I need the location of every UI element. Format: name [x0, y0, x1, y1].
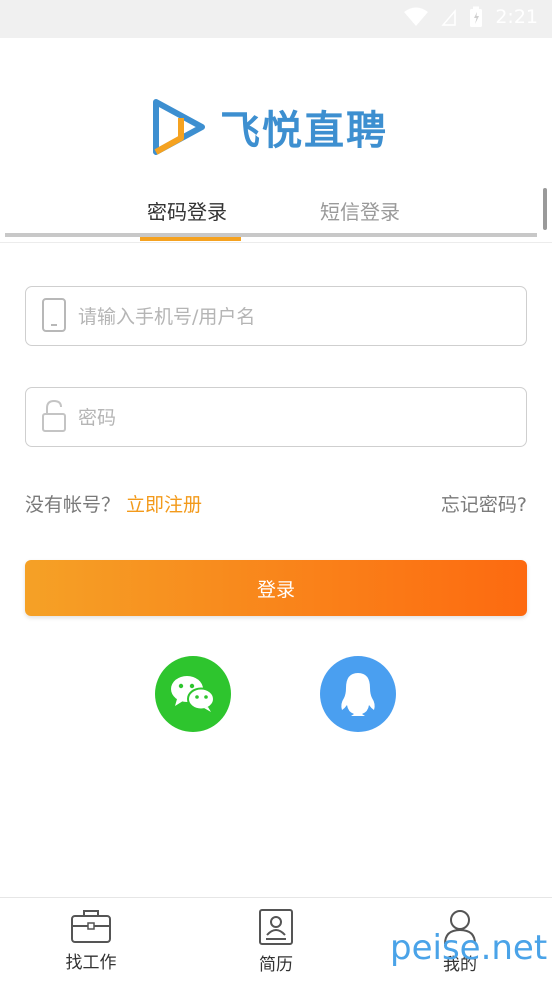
resume-icon — [259, 909, 293, 945]
password-input[interactable] — [78, 400, 508, 436]
status-time: 2:21 — [495, 6, 538, 28]
status-icons: 2:21 — [403, 6, 538, 28]
no-account-text: 没有帐号？ — [25, 494, 121, 516]
tab-active-indicator — [140, 237, 241, 241]
tab-sms-login[interactable]: 短信登录 — [320, 196, 400, 225]
tab-password-login[interactable]: 密码登录 — [147, 196, 227, 225]
app-name: 飞悦直聘 — [220, 108, 388, 154]
register-link[interactable]: 立即注册 — [126, 494, 202, 516]
login-tabs: 密码登录 短信登录 — [0, 186, 552, 244]
play-logo-icon — [153, 99, 205, 155]
account-links: 没有帐号？ 立即注册 忘记密码? — [25, 490, 527, 518]
signal-icon — [441, 8, 457, 26]
wifi-icon — [404, 7, 429, 26]
lock-icon — [40, 398, 68, 438]
tab-scrollbar[interactable] — [543, 188, 547, 230]
phone-field[interactable] — [25, 286, 527, 346]
qq-login-button[interactable] — [320, 656, 396, 732]
nav-item-resume[interactable]: 简历 — [221, 908, 331, 975]
phone-input[interactable] — [78, 299, 508, 335]
nav-label-resume: 简历 — [259, 955, 293, 975]
phone-icon — [40, 297, 68, 337]
wechat-icon — [171, 676, 215, 712]
watermark-text: peise.net — [390, 928, 548, 968]
nav-item-find-jobs[interactable]: 找工作 — [36, 908, 146, 973]
wechat-login-button[interactable] — [155, 656, 231, 732]
nav-label-find-jobs: 找工作 — [65, 953, 117, 973]
tab-track — [5, 233, 537, 237]
app-logo: 飞悦直聘 — [152, 98, 388, 156]
briefcase-icon — [71, 910, 111, 943]
password-field[interactable] — [25, 387, 527, 447]
qq-icon — [341, 673, 375, 716]
tab-divider — [0, 242, 552, 243]
status-bar: 2:21 — [0, 0, 552, 38]
forgot-password-link[interactable]: 忘记密码? — [441, 490, 527, 517]
battery-icon — [470, 6, 483, 27]
login-button[interactable]: 登录 — [25, 560, 527, 616]
